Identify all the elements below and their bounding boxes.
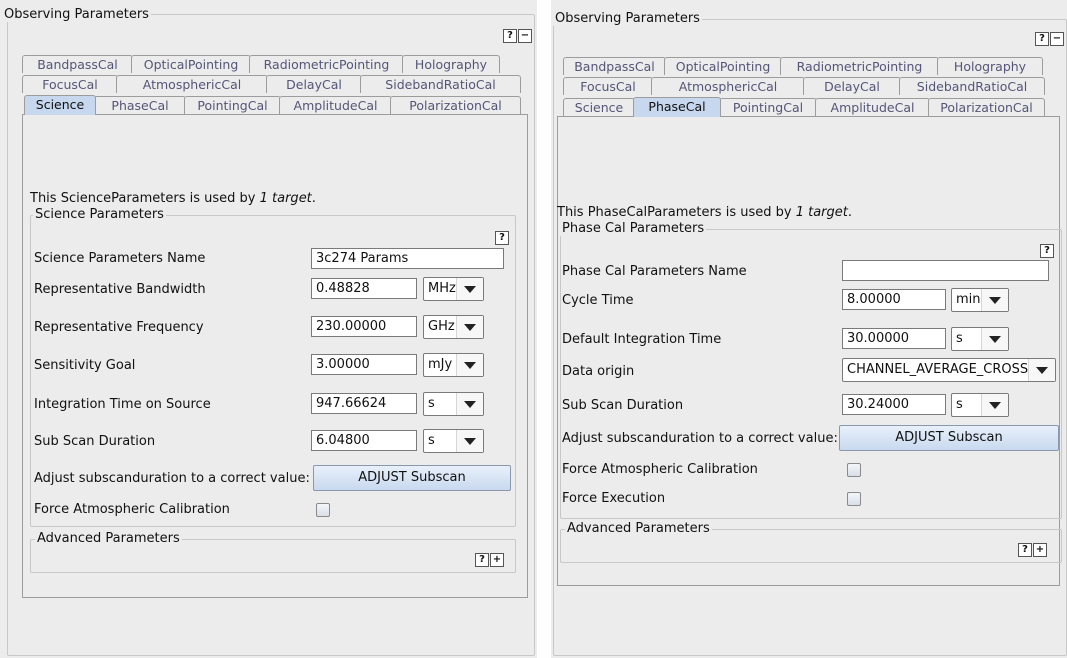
data-origin-label: Data origin [562,364,635,379]
sub-scan-label: Sub Scan Duration [34,434,156,449]
sensitivity-label: Sensitivity Goal [34,358,136,373]
collapse-button[interactable]: − [1050,32,1064,46]
section-title: Phase Cal Parameters [560,221,707,236]
sub-scan-label: Sub Scan Duration [562,398,684,413]
integration-time-label: Integration Time on Source [34,397,211,412]
collapse-button[interactable]: − [518,29,532,43]
advanced-help-button[interactable]: ? [475,553,489,567]
tab-polarizationcal[interactable]: PolarizationCal [928,98,1045,116]
bandwidth-input[interactable]: 0.48828 [311,278,417,299]
bandwidth-label: Representative Bandwidth [34,282,206,297]
default-integration-input[interactable]: 30.00000 [842,328,946,349]
chevron-down-icon [981,328,1008,350]
tab-amplitudecal[interactable]: AmplitudeCal [815,98,930,116]
adjust-label: Adjust subscanduration to a correct valu… [34,471,310,486]
force-execution-checkbox[interactable] [847,492,861,506]
chevron-down-icon [456,393,483,415]
tab-sidebandratiocal[interactable]: SidebandRatioCal [899,77,1045,95]
chevron-down-icon [456,278,483,300]
tab-opticalpointing[interactable]: OpticalPointing [664,57,782,75]
integration-time-input[interactable]: 947.66624 [311,393,417,414]
tab-pointingcal[interactable]: PointingCal [719,98,817,116]
expand-button[interactable]: + [490,553,504,567]
expand-button[interactable]: + [1033,543,1047,557]
tab-polarizationcal[interactable]: PolarizationCal [390,96,521,114]
observing-parameters-panel-left: Observing Parameters ? − BandpassCal Opt… [0,0,537,658]
default-integration-label: Default Integration Time [562,332,722,347]
sensitivity-unit-select[interactable]: mJy [423,353,484,377]
tab-radiometricpointing[interactable]: RadiometricPointing [249,55,404,73]
tab-delaycal[interactable]: DelayCal [803,77,901,95]
force-atm-checkbox[interactable] [847,463,861,477]
section-help-button[interactable]: ? [495,231,509,245]
chevron-down-icon [456,316,483,338]
panel-divider [537,0,551,658]
chevron-down-icon [456,430,483,452]
force-execution-label: Force Execution [562,491,666,506]
cycle-time-label: Cycle Time [562,293,634,308]
force-atm-label: Force Atmospheric Calibration [562,462,758,477]
tab-sidebandratiocal[interactable]: SidebandRatioCal [360,75,521,93]
advanced-help-button[interactable]: ? [1018,543,1032,557]
tab-science[interactable]: Science [24,95,96,115]
tab-bandpasscal[interactable]: BandpassCal [563,57,666,75]
chevron-down-icon [981,289,1008,311]
help-button[interactable]: ? [503,29,517,43]
chevron-down-icon [981,394,1008,416]
data-origin-select[interactable]: CHANNEL_AVERAGE_CROSS [842,358,1056,382]
tab-focuscal[interactable]: FocusCal [22,75,118,93]
integration-time-unit-select[interactable]: s [423,392,484,416]
tab-radiometricpointing[interactable]: RadiometricPointing [780,57,939,75]
frequency-input[interactable]: 230.00000 [311,316,417,337]
sub-scan-unit-select[interactable]: s [423,429,484,453]
tab-holography[interactable]: Holography [402,55,500,73]
advanced-title: Advanced Parameters [565,521,712,536]
advanced-title: Advanced Parameters [35,531,182,546]
sub-scan-input[interactable]: 30.24000 [842,394,946,415]
phasecal-name-input[interactable] [842,260,1049,281]
chevron-down-icon [456,354,483,376]
tab-opticalpointing[interactable]: OpticalPointing [131,55,251,73]
tab-phasecal[interactable]: PhaseCal [633,97,721,117]
sensitivity-input[interactable]: 3.00000 [311,354,417,375]
sub-scan-input[interactable]: 6.04800 [311,430,417,451]
tab-focuscal[interactable]: FocusCal [563,77,653,95]
panel-title: Observing Parameters [2,7,151,22]
cycle-time-input[interactable]: 8.00000 [842,289,946,310]
chevron-down-icon [1028,359,1055,381]
usage-text: This ScienceParameters is used by 1 targ… [30,191,316,206]
observing-parameters-panel-right: Observing Parameters ? − BandpassCal Opt… [551,0,1067,658]
tab-delaycal[interactable]: DelayCal [266,75,362,93]
phasecal-name-label: Phase Cal Parameters Name [562,264,747,279]
panel-title: Observing Parameters [553,11,702,26]
adjust-label: Adjust subscanduration to a correct valu… [562,431,838,446]
tab-amplitudecal[interactable]: AmplitudeCal [279,96,392,114]
adjust-subscan-button[interactable]: ADJUST Subscan [839,425,1059,451]
tab-bandpasscal[interactable]: BandpassCal [22,55,133,73]
bandwidth-unit-select[interactable]: MHz [423,277,484,301]
science-name-input[interactable]: 3c274 Params [311,248,504,269]
tab-atmosphericcal[interactable]: AtmosphericCal [651,77,805,95]
force-atm-label: Force Atmospheric Calibration [34,502,230,517]
force-atm-checkbox[interactable] [316,503,330,517]
section-title: Science Parameters [33,207,166,222]
adjust-subscan-button[interactable]: ADJUST Subscan [313,465,511,491]
tab-atmosphericcal[interactable]: AtmosphericCal [116,75,268,93]
science-name-label: Science Parameters Name [34,251,206,266]
tab-science[interactable]: Science [563,98,635,116]
sub-scan-unit-select[interactable]: s [951,393,1009,417]
section-help-button[interactable]: ? [1040,244,1054,258]
frequency-label: Representative Frequency [34,320,204,335]
cycle-time-unit-select[interactable]: min [951,288,1009,312]
usage-text: This PhaseCalParameters is used by 1 tar… [557,205,853,220]
frequency-unit-select[interactable]: GHz [423,315,484,339]
tab-phasecal[interactable]: PhaseCal [94,96,186,114]
tab-pointingcal[interactable]: PointingCal [184,96,281,114]
help-button[interactable]: ? [1035,32,1049,46]
tab-holography[interactable]: Holography [937,57,1043,75]
default-integration-unit-select[interactable]: s [951,327,1009,351]
